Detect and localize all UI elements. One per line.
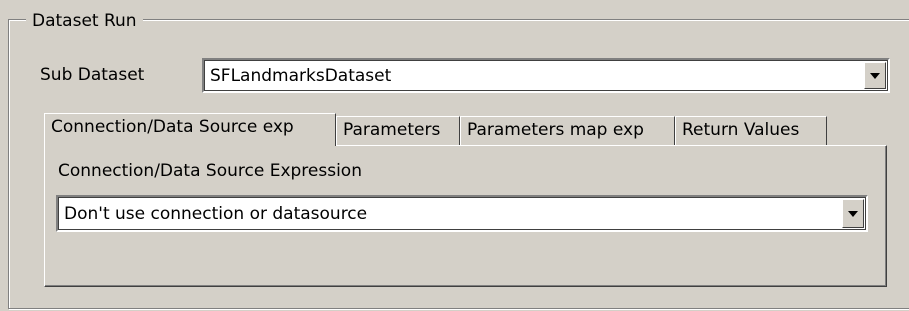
chevron-down-icon bbox=[848, 210, 858, 217]
sub-dataset-dropdown-button[interactable] bbox=[864, 62, 886, 89]
tab-parameters[interactable]: Parameters bbox=[336, 116, 460, 145]
connection-expression-select[interactable]: Don't use connection or datasource bbox=[56, 195, 868, 232]
group-title: Dataset Run bbox=[26, 10, 143, 32]
connection-expression-value: Don't use connection or datasource bbox=[64, 203, 368, 224]
connection-dropdown-button[interactable] bbox=[842, 199, 864, 228]
sub-dataset-value: SFLandmarksDataset bbox=[210, 65, 392, 86]
tab-parameters-map-exp[interactable]: Parameters map exp bbox=[460, 116, 675, 145]
chevron-down-icon bbox=[870, 72, 880, 79]
tab-connection-data-source-exp[interactable]: Connection/Data Source exp bbox=[44, 113, 336, 146]
sub-dataset-select[interactable]: SFLandmarksDataset bbox=[202, 58, 890, 93]
sub-dataset-label: Sub Dataset bbox=[40, 65, 145, 85]
connection-expression-label: Connection/Data Source Expression bbox=[58, 161, 362, 181]
tab-return-values[interactable]: Return Values bbox=[675, 116, 827, 145]
